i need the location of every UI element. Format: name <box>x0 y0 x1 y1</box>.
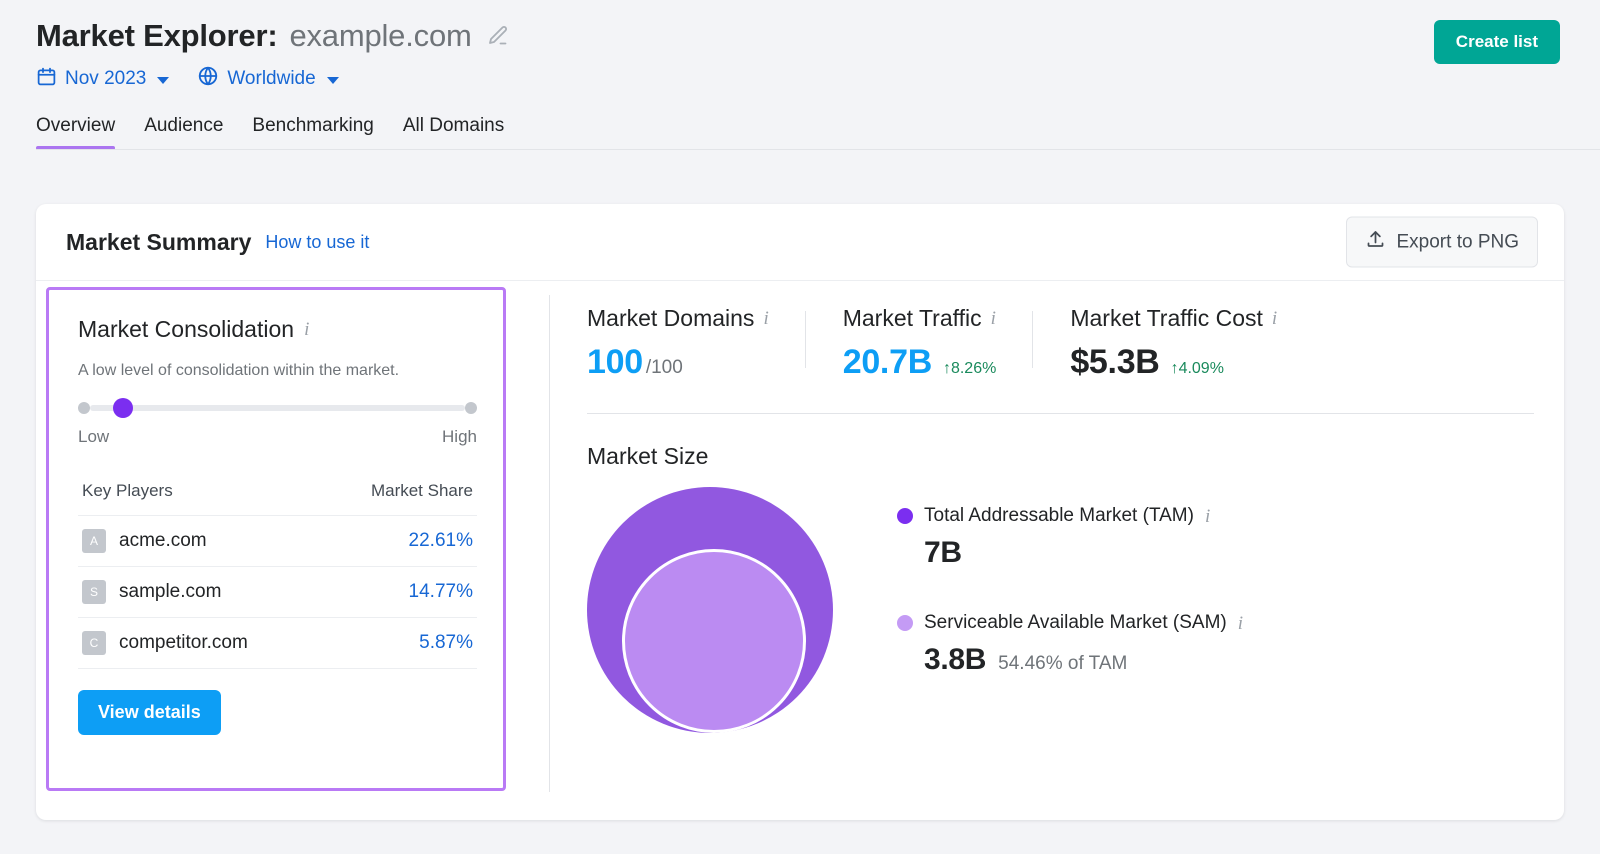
page-title-main: Market Explorer: <box>36 18 278 53</box>
info-icon[interactable]: i <box>991 309 996 328</box>
globe-icon <box>197 65 219 93</box>
domain-name: competitor.com <box>119 632 248 653</box>
calendar-icon <box>36 66 57 93</box>
how-to-use-it-link[interactable]: How to use it <box>265 232 369 253</box>
market-consolidation-panel: Market Consolidation i A low level of co… <box>46 287 506 791</box>
kpi-market-traffic-cost: Market Traffic Cost i $5.3B ↑4.09% <box>1032 305 1313 382</box>
info-icon[interactable]: i <box>1205 507 1210 526</box>
slider-start-dot <box>78 402 90 414</box>
legend-value: 3.8B <box>924 643 987 676</box>
section-divider <box>587 413 1534 414</box>
date-filter-label: Nov 2023 <box>65 68 147 89</box>
legend-color-dot <box>897 615 913 631</box>
tab-overview[interactable]: Overview <box>36 115 116 150</box>
market-consolidation-title: Market Consolidation <box>78 316 295 342</box>
page-title-domain: example.com <box>289 18 472 53</box>
slider-low-label: Low <box>78 427 110 446</box>
domain-favicon: S <box>82 580 106 604</box>
location-filter[interactable]: Worldwide <box>197 65 339 93</box>
tab-audience[interactable]: Audience <box>144 115 223 150</box>
location-filter-label: Worldwide <box>227 68 316 89</box>
page-header: Market Explorer: example.com Create list… <box>0 0 1600 150</box>
kpi-label: Market Traffic <box>842 305 982 331</box>
table-row[interactable]: S sample.com 14.77% <box>78 567 477 618</box>
export-to-png-label: Export to PNG <box>1396 231 1520 252</box>
tab-benchmarking[interactable]: Benchmarking <box>252 115 373 150</box>
domain-name: acme.com <box>119 530 207 551</box>
export-to-png-button[interactable]: Export to PNG <box>1345 216 1538 268</box>
kpi-value: 100 <box>587 343 643 381</box>
market-summary-card: Market Summary How to use it Export to P… <box>36 204 1564 820</box>
chevron-down-icon <box>157 77 170 84</box>
legend-value: 7B <box>924 536 962 569</box>
view-details-button[interactable]: View details <box>78 690 221 735</box>
table-row[interactable]: C competitor.com 5.87% <box>78 618 477 669</box>
card-header: Market Summary How to use it Export to P… <box>36 204 1564 281</box>
slider-thumb[interactable] <box>113 398 133 418</box>
pane-divider <box>549 295 550 792</box>
kpi-label: Market Domains <box>587 305 755 331</box>
market-share-value: 22.61% <box>408 530 473 551</box>
kpi-trend: ↑8.26% <box>942 360 997 377</box>
kpi-trend: ↑4.09% <box>1170 360 1224 377</box>
upload-icon <box>1365 229 1386 256</box>
info-icon[interactable]: i <box>304 320 309 339</box>
info-icon[interactable]: i <box>763 309 768 328</box>
legend-item-tam: Total Addressable Market (TAM) i 7B <box>897 505 1243 570</box>
kpi-value: $5.3B <box>1070 343 1160 381</box>
slider-end-dot <box>465 402 477 414</box>
market-share-value: 14.77% <box>408 581 473 602</box>
info-icon[interactable]: i <box>1272 309 1277 328</box>
legend-color-dot <box>897 508 913 524</box>
slider-track <box>90 405 465 411</box>
page-title: Market Explorer: example.com <box>36 18 1600 54</box>
tab-all-domains[interactable]: All Domains <box>403 115 504 150</box>
card-title: Market Summary <box>66 228 252 255</box>
kpi-label: Market Traffic Cost <box>1070 305 1263 331</box>
legend-label: Serviceable Available Market (SAM) <box>924 612 1227 633</box>
card-body: Market Consolidation i A low level of co… <box>36 281 1564 820</box>
metrics-pane: Market Domains i 100 /100 Market Traffic… <box>587 281 1534 820</box>
tab-bar-divider <box>36 149 1600 150</box>
domain-favicon: A <box>82 529 106 553</box>
kpi-market-traffic: Market Traffic i 20.7B ↑8.26% <box>804 305 1033 382</box>
market-share-value: 5.87% <box>419 632 473 653</box>
kpi-row: Market Domains i 100 /100 Market Traffic… <box>587 281 1534 382</box>
column-header-market-share: Market Share <box>370 481 473 500</box>
tab-bar: Overview Audience Benchmarking All Domai… <box>36 115 1600 150</box>
slider-high-label: High <box>442 427 477 446</box>
create-list-button[interactable]: Create list <box>1433 20 1560 64</box>
domain-name: sample.com <box>119 581 222 602</box>
market-consolidation-description: A low level of consolidation within the … <box>78 362 400 379</box>
column-header-key-players: Key Players <box>82 481 173 500</box>
domain-favicon: C <box>82 631 106 655</box>
legend-label: Total Addressable Market (TAM) <box>924 505 1194 526</box>
market-consolidation-header: Market Consolidation i <box>78 316 477 343</box>
legend-item-sam: Serviceable Available Market (SAM) i 3.8… <box>897 612 1243 677</box>
market-size-title: Market Size <box>587 443 709 469</box>
date-filter[interactable]: Nov 2023 <box>36 66 170 93</box>
filter-row: Nov 2023 Worldwide <box>36 65 1600 93</box>
nested-bubbles-chart <box>587 487 877 737</box>
kpi-suffix: /100 <box>645 357 683 378</box>
key-players-table: Key Players Market Share A acme.com 22.6… <box>78 481 477 669</box>
chevron-down-icon <box>326 77 339 84</box>
table-header: Key Players Market Share <box>78 481 477 516</box>
kpi-value: 20.7B <box>842 343 933 381</box>
market-size-chart: Total Addressable Market (TAM) i 7B Serv… <box>587 487 1534 737</box>
bubble-sam <box>622 549 806 733</box>
market-size-legend: Total Addressable Market (TAM) i 7B Serv… <box>877 487 1243 737</box>
info-icon[interactable]: i <box>1238 614 1243 633</box>
pencil-icon[interactable] <box>486 24 510 48</box>
table-row[interactable]: A acme.com 22.61% <box>78 516 477 567</box>
consolidation-slider[interactable] <box>78 398 477 418</box>
kpi-market-domains: Market Domains i 100 /100 <box>587 305 805 382</box>
slider-labels: Low High <box>78 427 477 447</box>
legend-subvalue: 54.46% of TAM <box>998 653 1128 674</box>
